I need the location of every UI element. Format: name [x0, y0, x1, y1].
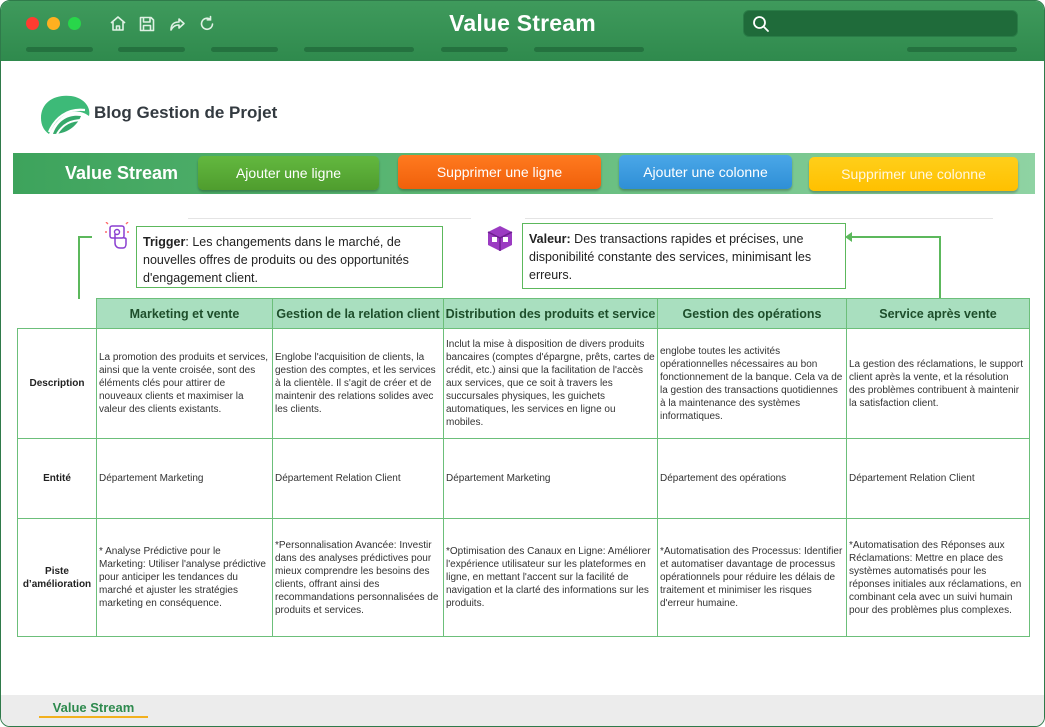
divider: [525, 218, 993, 219]
delete-column-button[interactable]: Supprimer une colonne: [809, 157, 1018, 191]
row-header[interactable]: Piste d’amélioration: [17, 518, 97, 637]
toolbar-placeholder-bar: [118, 47, 185, 52]
table-cell[interactable]: La promotion des produits et services, a…: [96, 328, 273, 439]
table-cell[interactable]: Département Marketing: [443, 438, 658, 519]
logo-leaf-icon: [37, 92, 91, 136]
package-value-icon: [485, 223, 515, 253]
toolbar-placeholder-bar: [907, 47, 1017, 52]
search-icon: [752, 15, 770, 33]
toolbar-title: Value Stream: [65, 163, 179, 183]
delete-row-button[interactable]: Supprimer une ligne: [398, 155, 601, 189]
row-header[interactable]: Description: [17, 328, 97, 439]
table-cell[interactable]: Département Relation Client: [272, 438, 444, 519]
column-header[interactable]: Service après vente: [846, 298, 1030, 329]
table-cell[interactable]: Département des opérations: [657, 438, 847, 519]
sheet-tab-value-stream[interactable]: Value Stream: [39, 700, 148, 718]
value-connector: [851, 236, 941, 238]
touch-trigger-icon: [104, 221, 130, 250]
value-label: Valeur:: [529, 232, 571, 246]
app-window: Value Stream Blog Gestion de Projet Valu…: [0, 0, 1045, 727]
divider: [188, 218, 471, 219]
add-row-button[interactable]: Ajouter une ligne: [198, 156, 379, 190]
table-header-row: Marketing et vente Gestion de la relatio…: [17, 298, 1030, 329]
table-cell[interactable]: *Automatisation des Processus: Identifie…: [657, 518, 847, 637]
sheet-tab-bar: [1, 695, 1044, 726]
toolbar-placeholder-bar: [534, 47, 644, 52]
trigger-connector: [78, 236, 92, 238]
row-header[interactable]: Entité: [17, 438, 97, 519]
add-column-button[interactable]: Ajouter une colonne: [619, 155, 792, 189]
table-row: Entité Département Marketing Département…: [17, 438, 1030, 519]
column-header[interactable]: Gestion de la relation client: [272, 298, 444, 329]
search-field[interactable]: [743, 10, 1018, 37]
toolbar-placeholder-bar: [304, 47, 414, 52]
table-cell[interactable]: englobe toutes les activités opérationne…: [657, 328, 847, 439]
value-stream-table: Marketing et vente Gestion de la relatio…: [17, 298, 1030, 637]
column-header[interactable]: Marketing et vente: [96, 298, 273, 329]
table-cell[interactable]: Département Marketing: [96, 438, 273, 519]
table-row: Description La promotion des produits et…: [17, 328, 1030, 439]
table-cell[interactable]: * Analyse Prédictive pour le Marketing: …: [96, 518, 273, 637]
column-header[interactable]: Distribution des produits et service: [443, 298, 658, 329]
table-row: Piste d’amélioration * Analyse Prédictiv…: [17, 518, 1030, 637]
toolbar-placeholder-bar: [441, 47, 508, 52]
arrow-left-icon: [845, 232, 852, 242]
title-bar: Value Stream: [1, 1, 1044, 61]
logo-text: Blog Gestion de Projet: [94, 103, 278, 122]
table-cell[interactable]: Inclut la mise à disposition de divers p…: [443, 328, 658, 439]
table-cell[interactable]: Département Relation Client: [846, 438, 1030, 519]
trigger-label: Trigger: [143, 235, 186, 249]
table-cell[interactable]: *Personnalisation Avancée: Investir dans…: [272, 518, 444, 637]
table-cell[interactable]: *Optimisation des Canaux en Ligne: Améli…: [443, 518, 658, 637]
trigger-note: Trigger: Les changements dans le marché,…: [136, 226, 443, 288]
value-note: Valeur: Des transactions rapides et préc…: [522, 223, 846, 289]
table-cell[interactable]: *Automatisation des Réponses aux Réclama…: [846, 518, 1030, 637]
toolbar-placeholder-bar: [211, 47, 278, 52]
toolbar-placeholder-bar: [26, 47, 93, 52]
table-corner-cell: [17, 298, 97, 329]
value-connector: [939, 236, 941, 298]
table-cell[interactable]: Englobe l'acquisition de clients, la ges…: [272, 328, 444, 439]
table-cell[interactable]: La gestion des réclamations, le support …: [846, 328, 1030, 439]
value-text: Des transactions rapides et précises, un…: [529, 232, 812, 282]
column-header[interactable]: Gestion des opérations: [657, 298, 847, 329]
